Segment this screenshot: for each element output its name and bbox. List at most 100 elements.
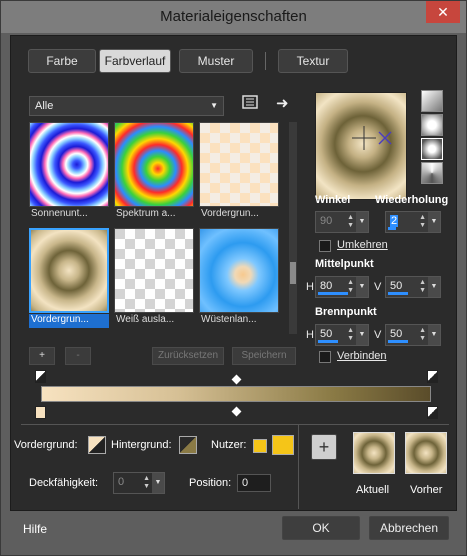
section-divider (298, 425, 299, 509)
top-midpoint-marker[interactable] (231, 374, 242, 385)
gradient-preview[interactable] (315, 92, 407, 200)
bottom-right-color-stop[interactable] (427, 406, 438, 419)
spin-arrows-icon: ▲ ▼ (347, 214, 354, 229)
center-h-value: 80 (320, 280, 333, 292)
repeat-value: 2 (390, 215, 399, 227)
cancel-button[interactable]: Abbrechen (369, 516, 449, 540)
chevron-down-icon[interactable]: ▼ (356, 325, 368, 345)
chevron-down-icon[interactable]: ▼ (356, 212, 368, 232)
chevron-down-icon[interactable]: ▼ (152, 473, 164, 493)
invert-checkbox[interactable] (319, 240, 331, 252)
add-gradient-button[interactable]: + (29, 347, 55, 365)
window-title: Materialeigenschaften (160, 8, 307, 25)
gallery-item[interactable]: Sonnenunt... (29, 122, 109, 222)
divider (21, 424, 449, 425)
foreground-label: Vordergrund: (14, 439, 78, 451)
linear-style-button[interactable] (421, 90, 443, 112)
angle-value: 90 (320, 215, 333, 227)
angle-spinner[interactable]: 90 ▲ ▼ ▼ (315, 211, 369, 233)
chevron-down-icon[interactable]: ▼ (428, 212, 440, 232)
gallery-item-label: Spektrum a... (116, 208, 176, 219)
tab-farbe[interactable]: Farbe (28, 49, 96, 73)
thumbnail (29, 228, 109, 313)
link-checkbox[interactable] (319, 351, 331, 363)
focus-h-value: 50 (320, 328, 333, 340)
tab-farbverlauf[interactable]: Farbverlauf (99, 49, 171, 73)
rectangular-style-button[interactable] (421, 114, 443, 136)
chevron-down-icon: ▼ (210, 101, 218, 110)
gallery-item[interactable]: Spektrum a... (114, 122, 194, 222)
title-bar: Materialeigenschaften ✕ (1, 1, 466, 33)
focus-label: Brennpunkt (315, 306, 377, 318)
position-value: 0 (242, 477, 249, 489)
previous-preview[interactable] (405, 432, 447, 474)
gradient-editor (31, 368, 441, 420)
center-v-label: V (374, 281, 382, 293)
opacity-spinner[interactable]: 0 ▲ ▼ ▼ (113, 472, 165, 494)
crosshair-icon (352, 126, 392, 150)
spin-arrows-icon: ▲ ▼ (419, 327, 426, 342)
position-label: Position: (189, 477, 232, 489)
focus-h-label: H (306, 329, 314, 341)
close-button[interactable]: ✕ (426, 1, 460, 23)
tab-textur[interactable]: Textur (278, 49, 348, 73)
save-button[interactable]: Speichern (232, 347, 296, 365)
background-label: Hintergrund: (111, 439, 172, 451)
current-preview[interactable] (353, 432, 395, 474)
gallery-item-label: Vordergrun... (29, 314, 109, 328)
bottom-midpoint-marker[interactable] (231, 406, 242, 417)
add-to-swatches-button[interactable]: + (311, 434, 337, 460)
foreground-swatch[interactable] (88, 436, 106, 454)
radial-style-button[interactable] (421, 138, 443, 160)
reset-button[interactable]: Zurücksetzen (152, 347, 224, 365)
spin-arrows-icon: ▲ ▼ (419, 279, 426, 294)
gallery-scrollbar[interactable] (289, 122, 297, 334)
previous-label: Vorher (410, 484, 443, 496)
thumbnail (199, 228, 279, 313)
chevron-down-icon[interactable]: ▼ (428, 277, 440, 297)
user-color-swatch[interactable] (272, 435, 294, 455)
material-properties-dialog: Materialeigenschaften ✕ Farbe Farbverlau… (0, 0, 467, 556)
gallery-item[interactable]: Weiß ausla... (114, 228, 194, 328)
remove-gradient-button[interactable]: - (65, 347, 91, 365)
focus-h-bar (318, 340, 338, 343)
user-color-swatch-small[interactable] (253, 439, 267, 453)
top-left-stop-marker[interactable] (35, 370, 46, 383)
repeat-level-bar (388, 227, 396, 230)
background-swatch[interactable] (179, 436, 197, 454)
center-v-spinner[interactable]: 50 ▲ ▼ ▼ (385, 276, 441, 298)
gallery-item-label: Wüstenlan... (201, 314, 257, 325)
current-label: Aktuell (356, 484, 390, 496)
help-link[interactable]: Hilfe (23, 522, 47, 536)
arrow-right-icon[interactable]: ➜ (276, 94, 289, 112)
ok-button[interactable]: OK (282, 516, 360, 540)
gallery-item-selected[interactable]: Vordergrun... (29, 228, 109, 328)
view-options-icon[interactable] (242, 95, 258, 112)
center-v-value: 50 (390, 280, 403, 292)
center-h-spinner[interactable]: 80 ▲ ▼ ▼ (315, 276, 369, 298)
gallery-item-label: Vordergrun... (201, 208, 259, 219)
repeat-label: Wiederholung (375, 194, 449, 206)
spin-arrows-icon: ▲ ▼ (347, 279, 354, 294)
top-right-stop-marker[interactable] (427, 370, 438, 383)
chevron-down-icon[interactable]: ▼ (356, 277, 368, 297)
focus-v-value: 50 (390, 328, 403, 340)
focus-h-spinner[interactable]: 50 ▲ ▼ ▼ (315, 324, 369, 346)
angle-label: Winkel (315, 194, 351, 206)
gallery-item-label: Weiß ausla... (116, 314, 175, 325)
bottom-left-color-stop[interactable] (35, 406, 46, 419)
gallery-item[interactable]: Vordergrun... (199, 122, 279, 222)
center-label: Mittelpunkt (315, 258, 374, 270)
scrollbar-thumb[interactable] (290, 262, 296, 284)
gallery-item-label: Sonnenunt... (31, 208, 88, 219)
category-select[interactable]: Alle ▼ (29, 96, 224, 116)
chevron-down-icon[interactable]: ▼ (428, 325, 440, 345)
gradient-bar[interactable] (41, 386, 431, 402)
focus-v-label: V (374, 329, 382, 341)
position-input[interactable]: 0 (237, 474, 271, 492)
focus-v-spinner[interactable]: 50 ▲ ▼ ▼ (385, 324, 441, 346)
tab-muster[interactable]: Muster (179, 49, 253, 73)
gallery-item[interactable]: Wüstenlan... (199, 228, 279, 328)
repeat-spinner[interactable]: 2 ▲ ▼ ▼ (385, 211, 441, 233)
sunburst-style-button[interactable] (421, 162, 443, 184)
